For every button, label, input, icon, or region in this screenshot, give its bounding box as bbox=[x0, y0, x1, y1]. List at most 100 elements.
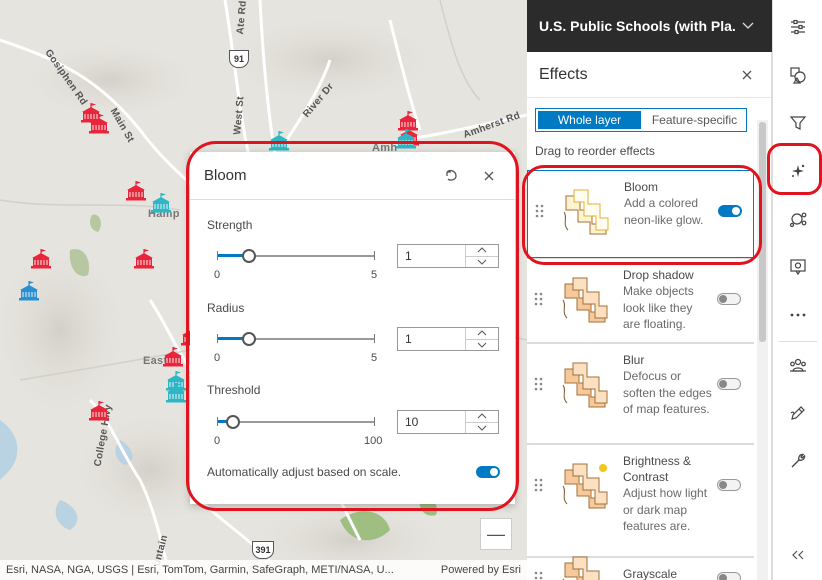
radius-input[interactable]: 1 bbox=[397, 327, 499, 351]
popups-icon[interactable] bbox=[773, 242, 822, 292]
school-marker-icon[interactable] bbox=[88, 400, 110, 422]
popup-title: Bloom bbox=[204, 167, 247, 184]
auto-adjust-label: Automatically adjust based on scale. bbox=[207, 465, 402, 479]
effect-title: Grayscale bbox=[623, 567, 678, 580]
close-icon[interactable] bbox=[477, 164, 501, 188]
effect-thumbnail-icon bbox=[559, 272, 613, 326]
effect-title: Blur bbox=[623, 353, 645, 367]
effects-panel: Effects Whole layer Feature-specific Dra… bbox=[527, 52, 772, 580]
zoom-out-button[interactable]: — bbox=[480, 518, 512, 550]
school-marker-icon[interactable] bbox=[125, 180, 147, 202]
drag-handle-icon[interactable] bbox=[534, 204, 546, 218]
properties-icon[interactable] bbox=[773, 2, 822, 52]
effect-card[interactable]: Brightness & Contrast Adjust how light or… bbox=[527, 444, 754, 557]
threshold-slider[interactable] bbox=[217, 412, 375, 432]
auto-adjust-toggle[interactable] bbox=[476, 466, 500, 478]
radius-min: 0 bbox=[214, 352, 221, 364]
threshold-max: 100 bbox=[364, 435, 383, 447]
strength-input[interactable]: 1 bbox=[397, 244, 499, 268]
configure-icon[interactable] bbox=[773, 436, 822, 486]
interstate-shield-icon: 91 bbox=[229, 50, 249, 68]
school-marker-icon[interactable] bbox=[150, 192, 172, 214]
collapse-icon[interactable] bbox=[773, 530, 822, 580]
interstate-shield-icon: 391 bbox=[252, 541, 274, 559]
effect-toggle[interactable] bbox=[717, 572, 741, 580]
drag-handle-icon[interactable] bbox=[533, 571, 545, 580]
effect-title: Drop shadow bbox=[623, 268, 694, 282]
effect-title: Brightness & Contrast bbox=[623, 454, 692, 484]
effect-description: Add a colored neon-like glow. bbox=[624, 196, 704, 227]
effect-description: Make objects look like they are floating… bbox=[623, 284, 694, 331]
effect-thumbnail-icon bbox=[559, 551, 613, 580]
effect-title: Bloom bbox=[624, 180, 659, 194]
map-attribution: Esri, NASA, NGA, USGS | Esri, TomTom, Ga… bbox=[0, 560, 527, 580]
effect-thumbnail-icon bbox=[559, 458, 613, 512]
fields-icon[interactable] bbox=[773, 340, 822, 390]
clustering-icon[interactable] bbox=[773, 194, 822, 244]
layer-title: U.S. Public Schools (with Pla... bbox=[539, 18, 736, 34]
decrement-icon[interactable] bbox=[466, 423, 498, 434]
effects-title: Effects bbox=[539, 65, 588, 83]
effect-description: Adjust how light or dark map features ar… bbox=[623, 486, 708, 533]
threshold-value[interactable]: 10 bbox=[398, 411, 465, 433]
effect-toggle[interactable] bbox=[717, 479, 741, 491]
tab-feature-specific[interactable]: Feature-specific bbox=[643, 109, 746, 131]
scrollbar[interactable] bbox=[757, 120, 768, 580]
school-marker-icon[interactable] bbox=[30, 248, 52, 270]
effect-thumbnail-icon bbox=[559, 357, 613, 411]
popup-header: Bloom bbox=[190, 152, 515, 200]
effects-panel-header: Effects bbox=[527, 52, 771, 98]
slider-thumb[interactable] bbox=[225, 415, 240, 429]
effect-toggle[interactable] bbox=[718, 205, 742, 217]
school-marker-icon[interactable] bbox=[165, 382, 187, 404]
drag-handle-icon[interactable] bbox=[533, 478, 545, 492]
school-marker-icon[interactable] bbox=[395, 128, 417, 150]
layer-header[interactable]: U.S. Public Schools (with Pla... bbox=[527, 0, 772, 52]
powered-by-text[interactable]: Powered by Esri bbox=[441, 564, 521, 576]
bloom-settings-popup: Bloom Strength 0 5 1 Radius 0 5 1 Thresh… bbox=[190, 152, 515, 504]
radius-max: 5 bbox=[371, 352, 378, 364]
school-marker-icon[interactable] bbox=[162, 346, 184, 368]
strength-label: Strength bbox=[207, 218, 253, 232]
sketch-icon[interactable] bbox=[773, 388, 822, 438]
effect-card[interactable]: Bloom Add a colored neon-like glow. bbox=[527, 170, 754, 258]
strength-min: 0 bbox=[214, 269, 221, 281]
increment-icon[interactable] bbox=[466, 328, 498, 340]
threshold-label: Threshold bbox=[207, 383, 261, 397]
filter-icon[interactable] bbox=[773, 98, 822, 148]
drag-handle-icon[interactable] bbox=[533, 377, 545, 391]
increment-icon[interactable] bbox=[466, 411, 498, 423]
strength-max: 5 bbox=[371, 269, 378, 281]
strength-value[interactable]: 1 bbox=[398, 245, 465, 267]
increment-icon[interactable] bbox=[466, 245, 498, 257]
school-marker-icon[interactable] bbox=[88, 113, 110, 135]
tab-whole-layer[interactable]: Whole layer bbox=[538, 111, 641, 129]
slider-thumb[interactable] bbox=[241, 249, 256, 263]
radius-slider[interactable] bbox=[217, 329, 375, 349]
close-icon[interactable] bbox=[735, 63, 759, 87]
drag-note: Drag to reorder effects bbox=[535, 144, 655, 158]
threshold-input[interactable]: 10 bbox=[397, 410, 499, 434]
effect-card[interactable]: Blur Defocus or soften the edges of map f… bbox=[527, 343, 754, 444]
slider-thumb[interactable] bbox=[241, 332, 256, 346]
chevron-down-icon[interactable] bbox=[736, 14, 760, 38]
reset-icon[interactable] bbox=[439, 164, 463, 188]
school-marker-icon[interactable] bbox=[18, 280, 40, 302]
effect-scope-tabs: Whole layer Feature-specific bbox=[535, 108, 747, 132]
school-marker-icon[interactable] bbox=[268, 130, 290, 152]
effects-icon[interactable] bbox=[773, 146, 822, 196]
styles-icon[interactable] bbox=[773, 50, 822, 100]
effect-toggle[interactable] bbox=[717, 378, 741, 390]
effect-toggle[interactable] bbox=[717, 293, 741, 305]
strength-slider[interactable] bbox=[217, 246, 375, 266]
drag-handle-icon[interactable] bbox=[533, 292, 545, 306]
decrement-icon[interactable] bbox=[466, 340, 498, 351]
school-marker-icon[interactable] bbox=[133, 248, 155, 270]
attribution-text: Esri, NASA, NGA, USGS | Esri, TomTom, Ga… bbox=[6, 564, 394, 576]
decrement-icon[interactable] bbox=[466, 257, 498, 268]
effect-card[interactable]: Drop shadow Make objects look like they a… bbox=[527, 258, 754, 343]
effect-card[interactable]: Grayscale bbox=[527, 556, 754, 580]
more-icon[interactable] bbox=[773, 290, 822, 340]
threshold-min: 0 bbox=[214, 435, 221, 447]
radius-value[interactable]: 1 bbox=[398, 328, 465, 350]
